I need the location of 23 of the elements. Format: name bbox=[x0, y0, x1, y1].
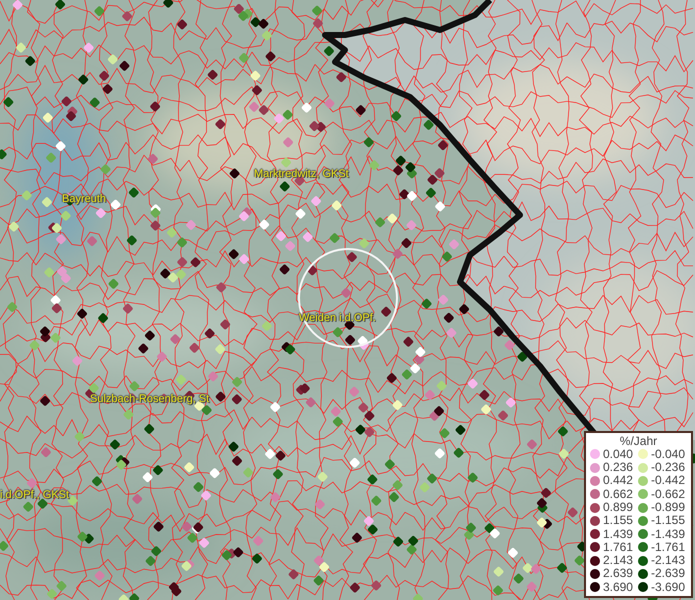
legend-value: 2.143 bbox=[602, 554, 634, 568]
legend-value: -2.639 bbox=[650, 567, 686, 581]
legend-value: -0.040 bbox=[650, 448, 686, 462]
legend-value: 1.761 bbox=[602, 540, 634, 554]
legend-value: -2.143 bbox=[650, 554, 686, 568]
legend-value: 2.639 bbox=[602, 567, 634, 581]
legend-value: -0.662 bbox=[650, 488, 686, 501]
legend-value: 1.439 bbox=[602, 528, 634, 541]
legend-title: %/Jahr bbox=[618, 434, 658, 448]
legend-value: 0.662 bbox=[602, 488, 634, 501]
legend-value: -3.690 bbox=[650, 580, 686, 594]
legend-value: -0.442 bbox=[650, 474, 686, 488]
legend-value: 0.442 bbox=[602, 474, 634, 488]
legend-value: -0.236 bbox=[650, 461, 686, 474]
legend-value: 0.040 bbox=[602, 448, 634, 462]
legend-value: 0.899 bbox=[602, 500, 634, 514]
legend-value: -1.439 bbox=[650, 528, 686, 541]
legend-value: -1.155 bbox=[650, 514, 686, 528]
legend-value: 0.236 bbox=[602, 461, 634, 474]
legend-value: -1.761 bbox=[650, 540, 686, 554]
legend-value: -0.899 bbox=[650, 500, 686, 514]
legend-value: 1.155 bbox=[602, 514, 634, 528]
legend-value: 3.690 bbox=[602, 580, 634, 594]
